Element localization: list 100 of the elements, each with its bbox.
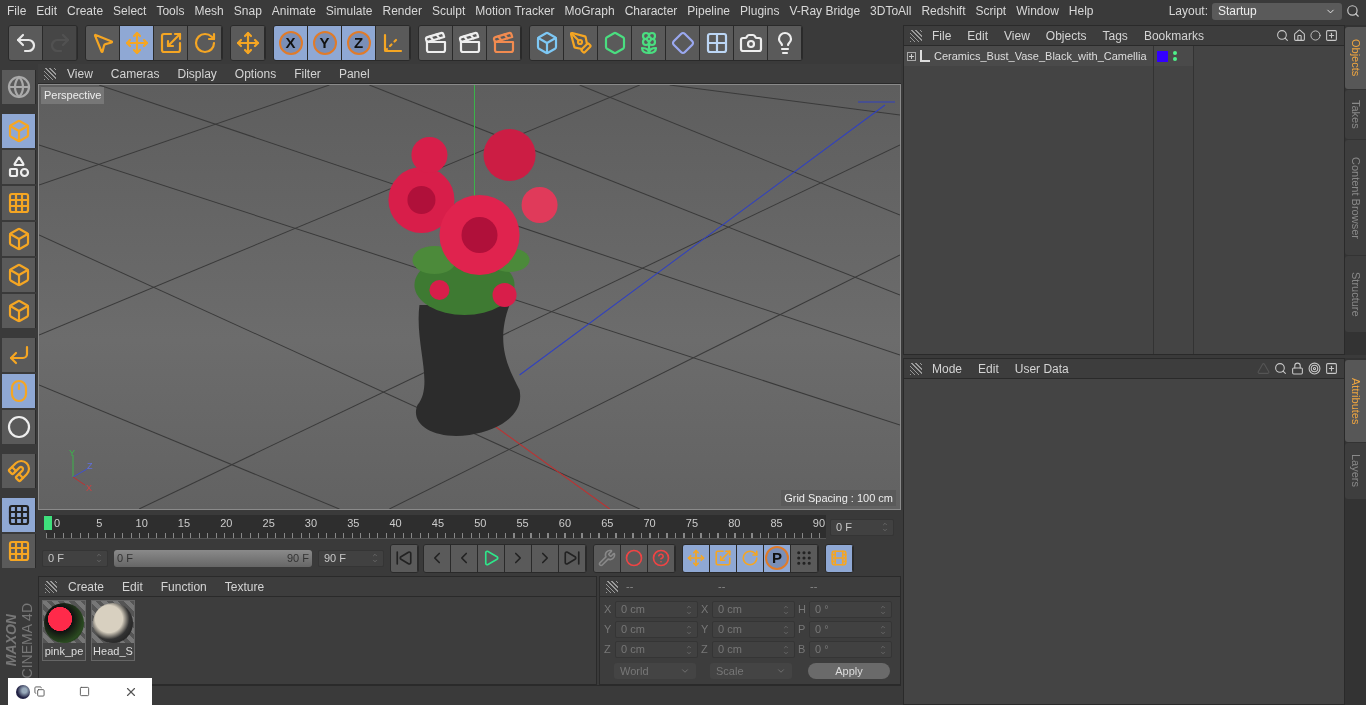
tool-button[interactable] [598, 26, 632, 60]
tool-button[interactable] [734, 26, 768, 60]
visibility-dots-icon[interactable] [1173, 51, 1177, 61]
menu-item[interactable]: Cameras [103, 64, 167, 83]
menu-item[interactable]: Options [227, 64, 284, 83]
tool-button[interactable] [120, 26, 154, 60]
tool-button[interactable] [231, 26, 265, 60]
caret-icon [776, 666, 786, 676]
current-frame-field[interactable]: 0 F [830, 518, 894, 536]
tool-button[interactable] [666, 26, 700, 60]
menu-item[interactable]: Motion Tracker [470, 2, 560, 20]
restore-icon[interactable] [34, 686, 45, 697]
menu-item[interactable]: Select [108, 2, 152, 20]
tool-button[interactable] [768, 26, 802, 60]
tool-button[interactable] [2, 498, 36, 532]
tool-button[interactable] [2, 150, 36, 184]
side-tab[interactable]: Attributes [1345, 360, 1366, 442]
axis-toggle-button[interactable]: Y [308, 26, 342, 60]
menu-item[interactable]: Render [377, 2, 427, 20]
end-frame-field[interactable]: 90 F [318, 549, 384, 567]
apply-button[interactable]: Apply [808, 663, 890, 679]
tool-button[interactable] [478, 544, 505, 572]
axis-toggle-button[interactable] [2, 338, 36, 372]
tool-button[interactable] [710, 544, 737, 572]
tool-button[interactable] [2, 186, 36, 220]
tool-button[interactable] [2, 114, 36, 148]
menu-item[interactable]: Script [970, 2, 1012, 20]
menu-item[interactable]: File [2, 2, 32, 20]
menu-item[interactable]: Help [1063, 2, 1099, 20]
menu-item[interactable]: Pipeline [682, 2, 736, 20]
menu-item[interactable]: MoGraph [559, 2, 620, 20]
panel-grip-icon [44, 67, 56, 80]
menu-item[interactable]: Snap [228, 2, 267, 20]
menu-item[interactable]: Window [1011, 2, 1064, 20]
menu-item[interactable]: Edit [972, 359, 1005, 378]
menu-item[interactable]: Tools [151, 2, 190, 20]
tool-button[interactable] [154, 26, 188, 60]
maximize-icon[interactable] [79, 686, 90, 697]
tool-button[interactable] [2, 410, 36, 444]
tool-button[interactable] [376, 26, 410, 60]
tool-button[interactable] [737, 544, 764, 572]
menu-item[interactable]: Display [170, 64, 224, 83]
menu-item[interactable]: Filter [287, 64, 328, 83]
menu-item[interactable]: Bookmarks [1137, 26, 1210, 45]
tool-button[interactable] [530, 26, 564, 60]
tool-button[interactable] [2, 294, 36, 328]
axis-toggle-button[interactable]: Z [342, 26, 376, 60]
tool-button[interactable] [487, 26, 521, 60]
menu-item[interactable]: Texture [217, 577, 272, 596]
menu-item[interactable]: Create [61, 577, 112, 596]
menu-item[interactable]: 3DToAll [865, 2, 917, 20]
axis-toggle-button[interactable]: P [764, 544, 791, 572]
tool-button[interactable] [700, 26, 734, 60]
tool-button[interactable] [453, 26, 487, 60]
tool-button[interactable] [2, 374, 36, 408]
menu-item[interactable]: Mesh [189, 2, 229, 20]
menu-item[interactable]: Tags [1096, 26, 1134, 45]
start-frame-field[interactable]: 0 F [42, 549, 108, 567]
object-row[interactable]: Ceramics_Bust_Vase_Black_with_Camellia [904, 46, 1153, 66]
tool-button[interactable] [683, 544, 710, 572]
tool-button[interactable] [188, 26, 222, 60]
menu-item[interactable]: Animate [266, 2, 321, 20]
tool-button[interactable] [9, 26, 43, 60]
menu-item[interactable]: V-Ray Bridge [784, 2, 866, 20]
menu-item[interactable]: Function [153, 577, 214, 596]
menu-item[interactable]: Redshift [916, 2, 971, 20]
menu-item[interactable]: Objects [1039, 26, 1093, 45]
timeline-ruler[interactable]: 0 5 10 15 20 25 30 35 40 45 50 55 60 65 70 75 80 85 90 [46, 515, 826, 539]
tool-button[interactable] [2, 70, 36, 104]
side-tab[interactable]: Objects [1345, 27, 1366, 90]
tool-button[interactable] [632, 26, 666, 60]
material-swatch[interactable]: pink_pe [42, 600, 86, 661]
material-swatch[interactable]: Head_S [91, 600, 135, 661]
layer-color-swatch[interactable] [1157, 50, 1168, 62]
menu-item[interactable]: Panel [331, 64, 377, 83]
menu-item[interactable]: Mode [926, 359, 969, 378]
menu-item[interactable]: Edit [115, 577, 150, 596]
menu-item[interactable]: Edit [961, 26, 995, 45]
tool-button[interactable] [564, 26, 598, 60]
caret-icon [680, 666, 690, 676]
menu-item[interactable]: Simulate [320, 2, 378, 20]
menu-item[interactable]: Plugins [735, 2, 785, 20]
menu-item[interactable]: View [998, 26, 1036, 45]
menu-item[interactable]: View [60, 64, 100, 83]
menu-item[interactable]: Character [619, 2, 683, 20]
tool-button[interactable] [86, 26, 120, 60]
menu-item[interactable]: Edit [31, 2, 63, 20]
tool-button[interactable] [826, 544, 853, 572]
menu-item[interactable]: Create [62, 2, 109, 20]
layout-dropdown[interactable]: Startup [1212, 2, 1342, 20]
menu-item[interactable]: File [926, 26, 958, 45]
tool-button[interactable] [2, 222, 36, 256]
tool-button[interactable] [2, 534, 36, 568]
tool-button[interactable] [2, 258, 36, 292]
menu-item[interactable]: Sculpt [426, 2, 471, 20]
menu-item[interactable]: User Data [1008, 359, 1075, 378]
axis-toggle-button[interactable]: X [274, 26, 308, 60]
expand-icon[interactable] [907, 51, 916, 61]
tool-button[interactable] [419, 26, 453, 60]
tool-button[interactable] [2, 454, 36, 488]
